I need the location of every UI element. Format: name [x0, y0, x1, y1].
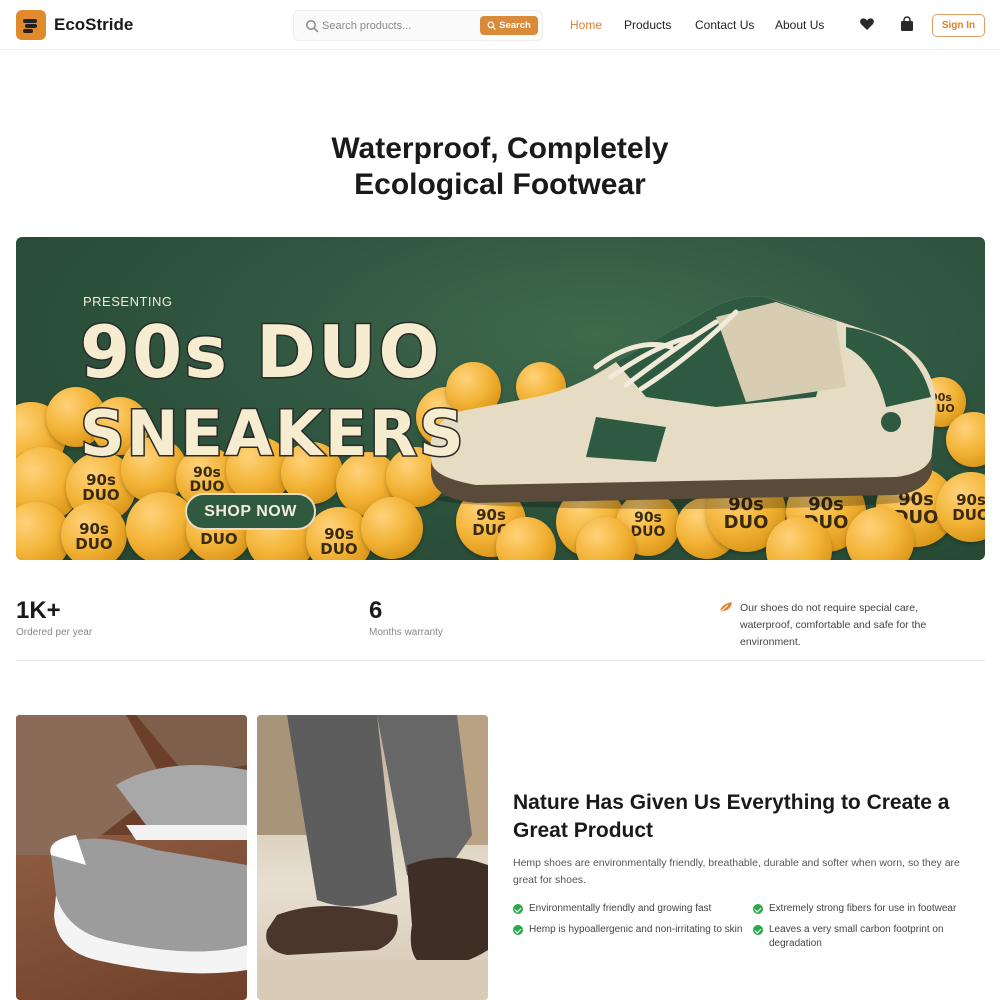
care-note: Our shoes do not require special care, w… — [740, 602, 927, 648]
nav-about-us[interactable]: About Us — [775, 18, 824, 32]
checklist-item: Extremely strong fibers for use in footw… — [753, 902, 983, 916]
banner-headline-line2: SNEAKERS — [79, 396, 466, 472]
search-icon — [487, 21, 496, 30]
brand-logo[interactable]: EcoStride — [16, 10, 133, 40]
hero-title-line2: Ecological Footwear — [354, 168, 646, 201]
check-circle-icon — [753, 904, 763, 914]
search-button[interactable]: Search — [480, 16, 538, 35]
ball-label: 90sDUO — [75, 520, 113, 553]
feature-title: Nature Has Given Us Everything to Create… — [513, 791, 950, 842]
section-divider — [16, 660, 985, 661]
feature-description: Hemp shoes are environmentally friendly,… — [513, 857, 960, 886]
sneaker-image — [430, 296, 936, 509]
brand-name: EcoStride — [54, 15, 134, 34]
nav-home[interactable]: Home — [570, 18, 602, 32]
nav-products[interactable]: Products — [624, 18, 671, 32]
check-circle-icon — [513, 925, 523, 935]
search-icon — [306, 20, 319, 33]
check-circle-icon — [513, 904, 523, 914]
heart-icon[interactable] — [859, 16, 875, 32]
hero-title: Waterproof, Completely Ecological Footwe… — [0, 131, 1000, 203]
leaf-icon — [719, 602, 732, 613]
stat-warranty-value: 6 — [369, 597, 383, 624]
decorative-ball: 90sDUO — [61, 502, 127, 560]
checklist-item-text: Extremely strong fibers for use in footw… — [769, 903, 957, 914]
shop-now-button[interactable]: SHOP NOW — [185, 493, 316, 530]
checklist-item-text: Environmentally friendly and growing fas… — [529, 903, 712, 914]
search-button-label: Search — [499, 20, 531, 31]
loafer-lifestyle-photo — [257, 715, 488, 1000]
stat-warranty-label: Months warranty — [369, 627, 443, 638]
stat-orders-label: Ordered per year — [16, 627, 93, 638]
shopping-bag-icon[interactable] — [899, 16, 915, 32]
search-input[interactable] — [322, 15, 472, 37]
check-circle-icon — [753, 925, 763, 935]
site-header: EcoStride Search Home Products Contact U… — [0, 0, 1000, 50]
hero-title-line1: Waterproof, Completely — [331, 132, 669, 165]
stat-orders-value: 1K+ — [16, 597, 61, 624]
sign-in-button[interactable]: Sign In — [932, 14, 985, 37]
sneaker-lifestyle-photo — [16, 715, 247, 1000]
checklist-item-text: Leaves a very small carbon footprint on … — [769, 924, 944, 949]
nav-contact-us[interactable]: Contact Us — [695, 18, 754, 32]
checklist-item: Environmentally friendly and growing fas… — [513, 902, 743, 916]
logo-mark-icon — [16, 10, 46, 40]
checklist-item: Leaves a very small carbon footprint on … — [753, 923, 953, 951]
checklist-item: Hemp is hypoallergenic and non-irritatin… — [513, 923, 748, 937]
search-bar: Search — [293, 10, 543, 41]
banner-kicker: PRESENTING — [83, 294, 173, 309]
checklist-item-text: Hemp is hypoallergenic and non-irritatin… — [529, 924, 743, 935]
decorative-ball — [361, 497, 423, 559]
promo-banner[interactable]: 90sDUO90sDUO90sDUO90sDUO90sDUO90sDUO90sD… — [16, 237, 985, 560]
banner-headline-line1: 90s DUO — [79, 309, 442, 396]
